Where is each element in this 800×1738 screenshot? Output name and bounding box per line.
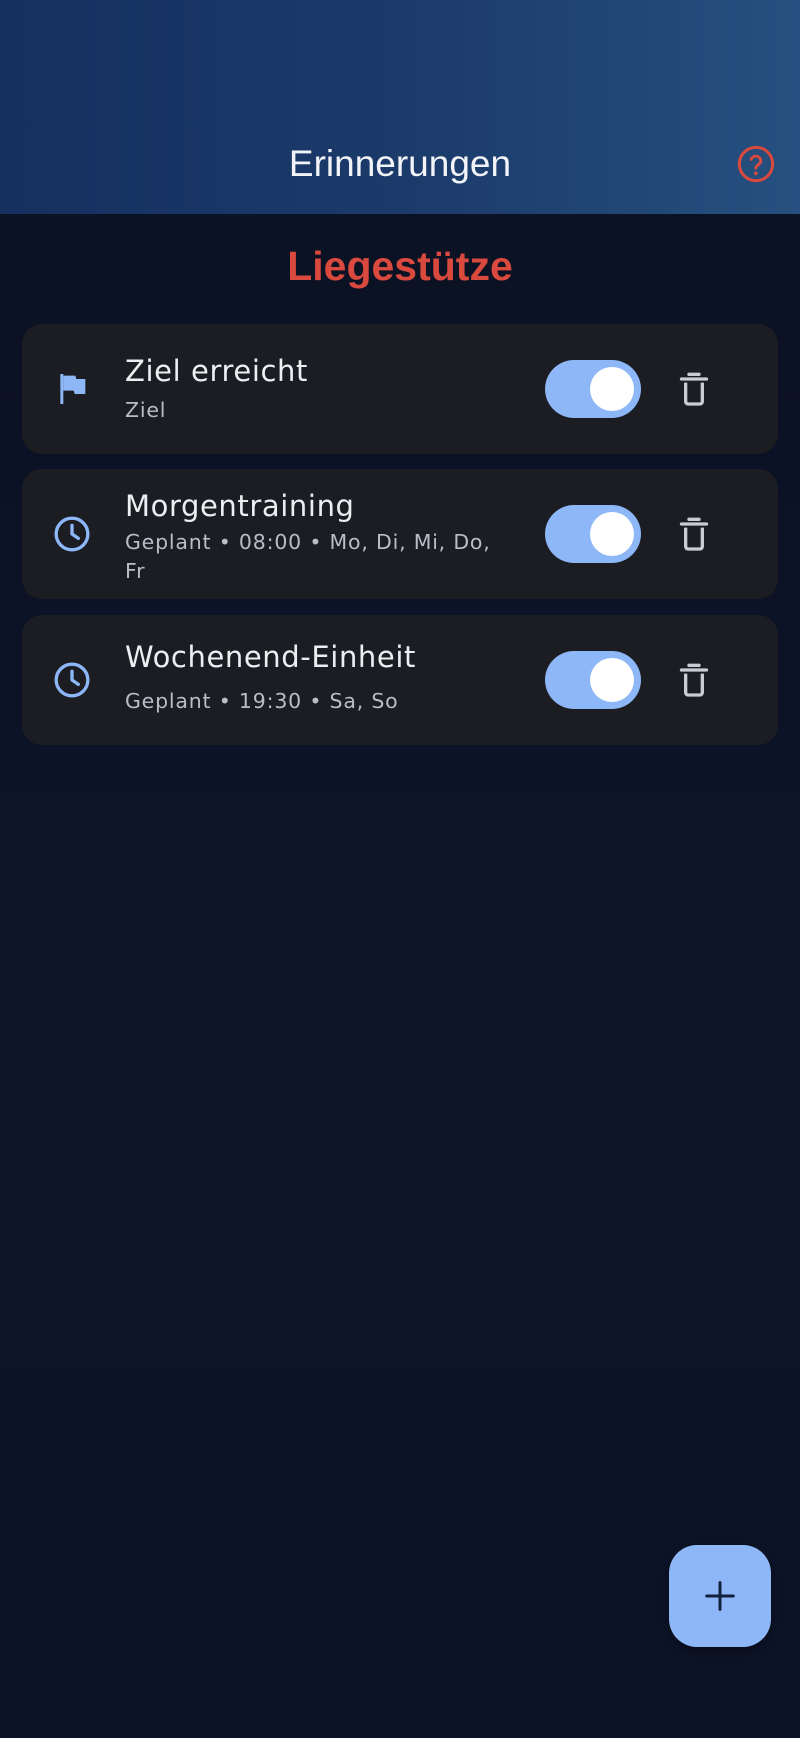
trash-icon (679, 663, 709, 697)
help-button[interactable] (736, 144, 776, 184)
page-title: Erinnerungen (288, 143, 512, 184)
toggle-knob (590, 658, 634, 702)
delete-button[interactable] (674, 660, 714, 700)
clock-icon (52, 660, 92, 700)
add-reminder-button[interactable] (669, 1545, 771, 1647)
reminder-toggle[interactable] (545, 360, 641, 418)
reminder-title: Morgentraining (125, 489, 355, 523)
delete-button[interactable] (674, 514, 714, 554)
toggle-knob (590, 367, 634, 411)
reminder-toggle[interactable] (545, 505, 641, 563)
trash-icon (679, 517, 709, 551)
exercise-title: Liegestütze (287, 243, 513, 289)
reminders-screen: Erinnerungen Liegestütze Ziel erreicht Z… (0, 0, 800, 1738)
trash-icon (679, 372, 709, 406)
toggle-knob (590, 512, 634, 556)
reminder-subtitle: Ziel (125, 398, 167, 422)
app-bar: Erinnerungen (0, 0, 800, 214)
reminder-card[interactable]: Ziel erreicht Ziel (22, 324, 778, 454)
plus-icon (705, 1581, 735, 1611)
reminder-subtitle: Geplant • 08:00 • Mo, Di, Mi, Do, Fr (125, 530, 491, 583)
help-circle-icon (737, 145, 775, 183)
reminder-title: Ziel erreicht (125, 354, 308, 388)
reminder-card[interactable]: Wochenend-Einheit Geplant • 19:30 • Sa, … (22, 615, 778, 745)
clock-icon (52, 514, 92, 554)
reminder-title: Wochenend-Einheit (125, 640, 416, 674)
reminder-card[interactable]: Morgentraining Geplant • 08:00 • Mo, Di,… (22, 469, 778, 599)
flag-icon (52, 369, 92, 409)
delete-button[interactable] (674, 369, 714, 409)
reminder-toggle[interactable] (545, 651, 641, 709)
reminder-subtitle: Geplant • 19:30 • Sa, So (125, 689, 399, 713)
